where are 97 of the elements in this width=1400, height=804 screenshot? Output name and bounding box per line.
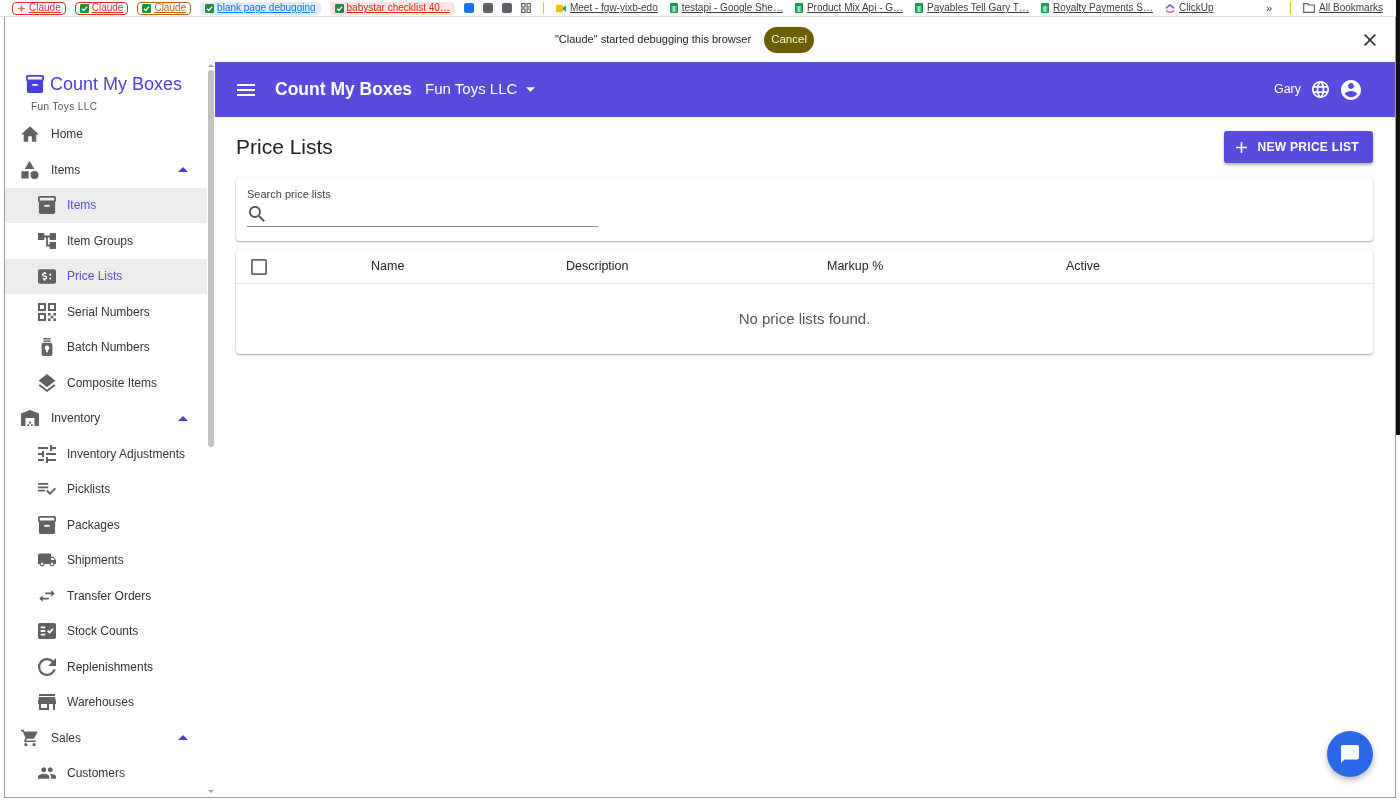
bookmark-link[interactable]: Payables Tell Gary T… [915, 3, 1029, 13]
sparkle-icon [17, 3, 26, 13]
caret-up-icon[interactable] [178, 735, 188, 741]
home-icon [21, 125, 39, 144]
sidebar-item[interactable]: Items [5, 187, 207, 223]
user-name: Gary [1273, 81, 1301, 99]
column-header: Active [1066, 259, 1101, 274]
globe-icon[interactable] [1312, 81, 1329, 98]
dollar-box-icon [38, 268, 56, 284]
more-bookmarks-button[interactable]: » [1265, 2, 1273, 14]
check-square-icon [79, 3, 89, 13]
spreadsheet-icon [669, 3, 678, 13]
sidebar-item[interactable]: Picklists [5, 471, 207, 507]
column-header: Name [371, 259, 405, 274]
sidebar-item[interactable]: Sales [5, 720, 207, 756]
tab-group-chip[interactable]: Claude [137, 1, 192, 15]
debug-message: "Claude" started debugging this browser [554, 32, 752, 48]
organization-name: Fun Toys LLC [31, 100, 99, 113]
storefront-icon [38, 693, 56, 712]
people-icon [38, 767, 56, 780]
cancel-button[interactable]: Cancel [764, 26, 815, 53]
check-square-icon [334, 3, 344, 13]
archive-box-icon [38, 515, 56, 534]
sidebar-item[interactable]: Shipments [5, 542, 207, 578]
caret-down-icon [526, 87, 536, 92]
archive-box-icon [38, 196, 56, 215]
sidebar-item[interactable]: Stock Counts [5, 613, 207, 649]
select-all-checkbox[interactable] [251, 258, 267, 275]
hierarchy-icon [38, 231, 56, 250]
archive-box-icon [26, 75, 44, 93]
tab-group-chip[interactable]: babystar checklist 40… [329, 1, 455, 15]
spreadsheet-icon [794, 3, 803, 13]
sliders-icon [38, 444, 56, 463]
sidebar-brand: Count My Boxes [50, 73, 183, 96]
menu-icon[interactable] [237, 83, 255, 96]
bookmark-link[interactable]: ClickUp [1165, 3, 1214, 13]
checklist-icon [38, 483, 56, 496]
chat-icon [1341, 745, 1359, 763]
checklist-box-icon [38, 622, 56, 641]
sidebar-item[interactable]: Inventory Adjustments [5, 436, 207, 472]
bookmark-link[interactable]: Meet - fgw-yixb-edo [555, 3, 658, 13]
scrollbar-thumb[interactable] [208, 70, 214, 447]
cart-icon [21, 728, 39, 747]
bookmark-link[interactable]: Product Mix Api - G… [794, 3, 904, 13]
refresh-icon [38, 657, 56, 676]
sidebar-item[interactable]: Home [5, 116, 207, 152]
search-field[interactable]: Search price lists [247, 187, 598, 227]
sidebar-item[interactable]: Item Groups [5, 223, 207, 259]
square-icon[interactable] [501, 3, 512, 13]
folder-icon [1303, 3, 1316, 13]
caret-up-icon[interactable] [178, 167, 188, 173]
grid-icon[interactable] [520, 3, 531, 13]
column-header: Markup % [827, 259, 884, 274]
plus-icon [1236, 141, 1248, 153]
square-icon[interactable] [463, 3, 474, 13]
sidebar-item[interactable]: Items [5, 152, 207, 188]
jar-icon [40, 338, 54, 357]
check-square-icon [205, 3, 215, 13]
spreadsheet-icon [1040, 3, 1049, 13]
sidebar-item[interactable]: Warehouses [5, 684, 207, 720]
shapes-icon [21, 160, 39, 179]
chevron-logo-icon [1165, 3, 1175, 13]
app-title: Count My Boxes [275, 78, 413, 102]
page-title: Price Lists [236, 134, 333, 160]
tab-group-chip[interactable]: Claude [12, 1, 66, 15]
sidebar-item[interactable]: Inventory [5, 400, 207, 436]
sidebar-item[interactable]: Customers [5, 755, 207, 791]
check-square-icon [142, 3, 152, 13]
tab-group-chip[interactable]: Claude [74, 1, 129, 15]
column-header: Description [566, 259, 629, 274]
tab-group-chip[interactable]: blank page debugging [200, 1, 321, 15]
bookmark-link[interactable]: testapi - Google She… [669, 3, 783, 13]
spreadsheet-icon [915, 3, 924, 13]
bookmark-link[interactable]: Royalty Payments S… [1040, 3, 1153, 13]
sidebar-item[interactable]: Batch Numbers [5, 329, 207, 365]
square-icon[interactable] [482, 3, 493, 13]
organization-dropdown[interactable]: Fun Toys LLC [425, 78, 536, 101]
new-price-list-button[interactable]: NEW PRICE LIST [1224, 131, 1373, 163]
all-bookmarks-button[interactable]: All Bookmarks [1303, 3, 1383, 13]
warehouse-icon [21, 409, 39, 428]
sidebar-item[interactable]: Price Lists [5, 258, 207, 294]
sidebar-item[interactable]: Packages [5, 507, 207, 543]
truck-icon [38, 553, 56, 568]
sidebar-item[interactable]: Composite Items [5, 365, 207, 401]
empty-state-message: No price lists found. [738, 308, 871, 329]
sidebar-item[interactable]: Transfer Orders [5, 578, 207, 614]
sidebar-item[interactable]: Serial Numbers [5, 294, 207, 330]
qr-code-icon [38, 302, 56, 321]
sidebar-item[interactable]: Replenishments [5, 649, 207, 685]
swap-arrows-icon [38, 589, 56, 602]
layers-icon [38, 373, 56, 392]
chat-button[interactable] [1327, 731, 1373, 777]
video-camera-icon [555, 3, 566, 13]
search-icon [249, 205, 265, 222]
account-icon[interactable] [1341, 79, 1361, 100]
caret-up-icon[interactable] [178, 415, 188, 421]
close-icon[interactable] [1364, 33, 1376, 46]
